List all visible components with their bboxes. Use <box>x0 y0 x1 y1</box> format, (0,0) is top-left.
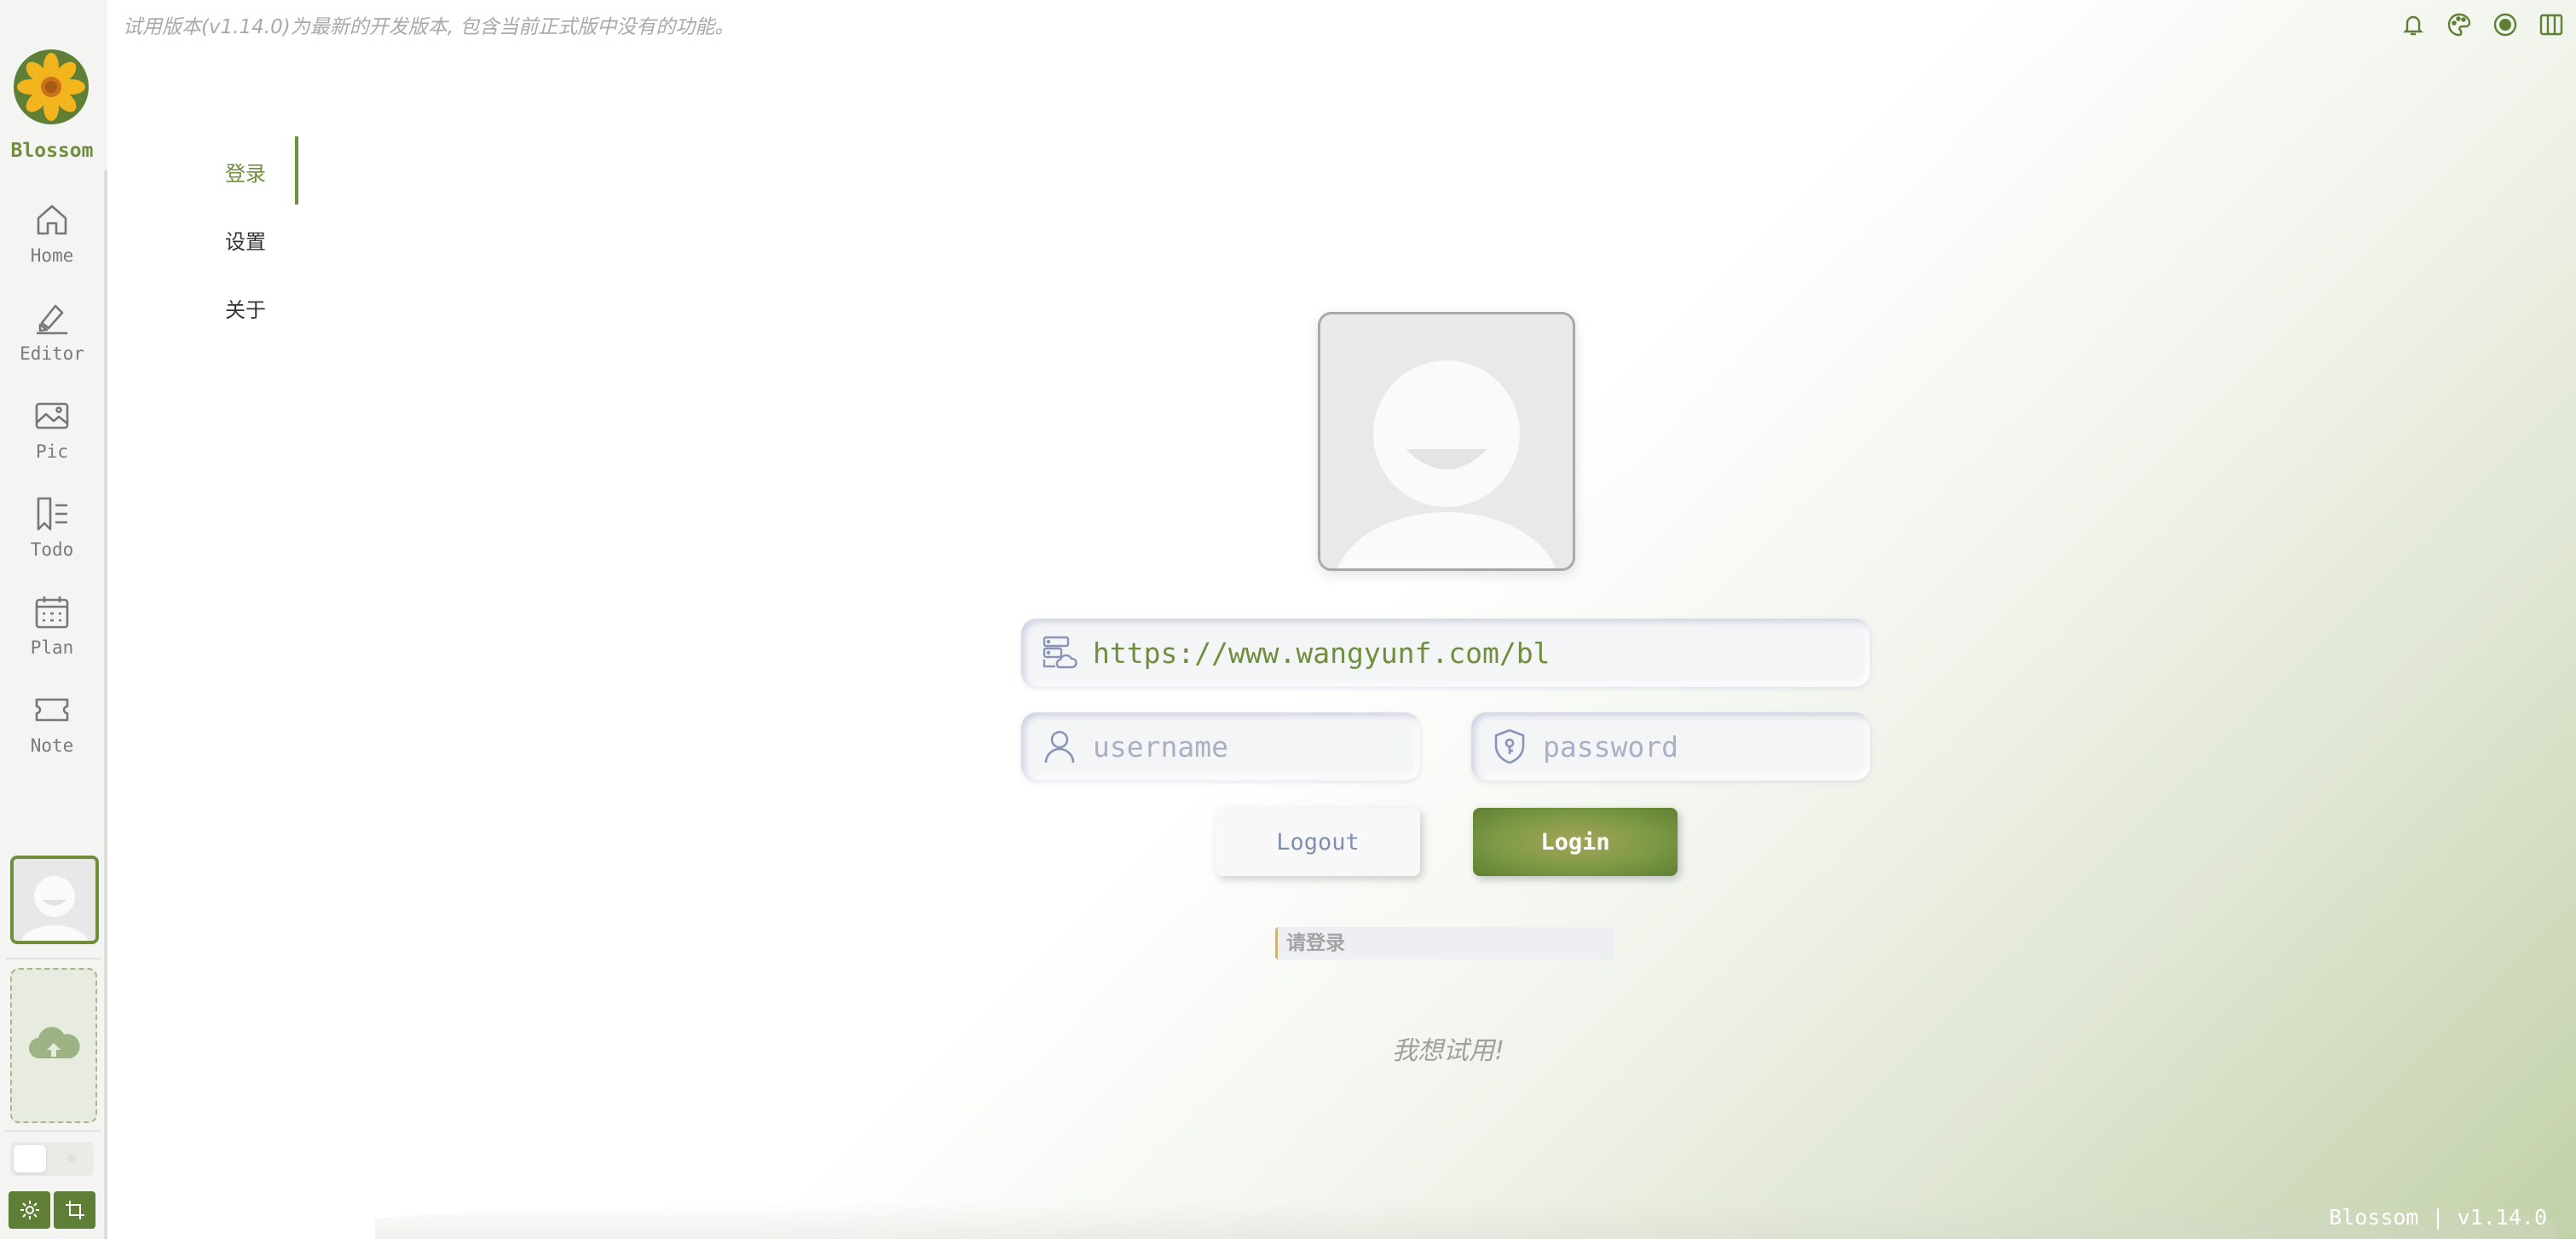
todo-icon <box>37 497 67 531</box>
app-name: Blossom <box>10 140 94 162</box>
picture-icon <box>35 402 69 429</box>
sidebar-item-label: Pic <box>36 441 68 462</box>
bell-icon[interactable] <box>2400 12 2426 37</box>
palette-icon[interactable] <box>2446 12 2472 37</box>
trial-link[interactable]: 我想试用! <box>1299 1029 1597 1067</box>
password-field[interactable] <box>1471 712 1870 781</box>
sidebar-bottom-buttons <box>9 1191 95 1229</box>
sun-icon: ☼ <box>66 1149 78 1169</box>
active-tab-indicator <box>295 136 298 205</box>
login-status: 请登录 <box>1275 927 1614 960</box>
sidebar: Blossom Home Editor Pic Todo Plan Note ☼ <box>0 0 107 1239</box>
toggle-knob <box>14 1145 46 1173</box>
bottom-shadow <box>375 1202 2557 1239</box>
preview-version-notice: 试用版本(v1.14.0)为最新的开发版本, 包含当前正式版中没有的功能。 <box>123 16 735 38</box>
login-avatar[interactable] <box>1318 312 1575 571</box>
crop-icon <box>65 1201 84 1219</box>
sidebar-item-label: Editor <box>20 343 84 364</box>
sidebar-item-label: Plan <box>30 637 74 658</box>
sidebar-item-note[interactable]: Note <box>0 691 104 776</box>
logo[interactable] <box>12 48 90 126</box>
crop-button[interactable] <box>54 1191 95 1229</box>
ticket-icon <box>35 698 69 722</box>
columns-icon[interactable] <box>2538 12 2564 37</box>
cloud-server-icon <box>1043 636 1077 669</box>
settings-button[interactable] <box>9 1191 50 1229</box>
user-avatar[interactable] <box>10 856 99 944</box>
sidebar-item-label: Home <box>30 245 74 266</box>
divider <box>5 1130 101 1132</box>
login-button[interactable]: Login <box>1473 808 1678 876</box>
top-toolbar <box>2400 12 2564 37</box>
theme-toggle[interactable]: ☼ <box>10 1142 94 1176</box>
logout-button[interactable]: Logout <box>1216 808 1420 876</box>
calendar-icon <box>35 596 69 629</box>
sidebar-item-label: Note <box>30 735 74 756</box>
gear-icon <box>20 1201 39 1219</box>
sidebar-item-todo[interactable]: Todo <box>0 495 104 580</box>
server-url-input[interactable] <box>1091 635 1870 671</box>
default-avatar-icon <box>1320 314 1573 568</box>
version-footer: Blossom | v1.14.0 <box>2329 1205 2547 1230</box>
cloud-upload-icon <box>28 1027 80 1059</box>
divider <box>5 958 101 960</box>
sunflower-logo-icon <box>14 49 89 124</box>
sidebar-item-label: Todo <box>30 539 74 560</box>
sidebar-item-plan[interactable]: Plan <box>0 593 104 678</box>
tab-login[interactable]: 登录 <box>225 157 266 187</box>
sidebar-item-editor[interactable]: Editor <box>0 299 104 384</box>
default-avatar-icon <box>14 859 95 941</box>
server-url-field[interactable] <box>1021 619 1870 687</box>
editor-icon <box>37 304 67 335</box>
tab-settings[interactable]: 设置 <box>225 225 266 255</box>
sidebar-item-pic[interactable]: Pic <box>0 397 104 482</box>
home-icon <box>37 205 67 235</box>
username-field[interactable] <box>1021 712 1420 781</box>
tab-about[interactable]: 关于 <box>225 293 266 323</box>
sidebar-item-home[interactable]: Home <box>0 201 104 286</box>
user-icon <box>1044 730 1075 764</box>
upload-dropzone[interactable] <box>10 968 97 1123</box>
username-input[interactable] <box>1091 729 1420 764</box>
record-icon[interactable] <box>2492 12 2518 37</box>
shield-key-icon <box>1494 729 1525 764</box>
password-input[interactable] <box>1541 729 1870 764</box>
